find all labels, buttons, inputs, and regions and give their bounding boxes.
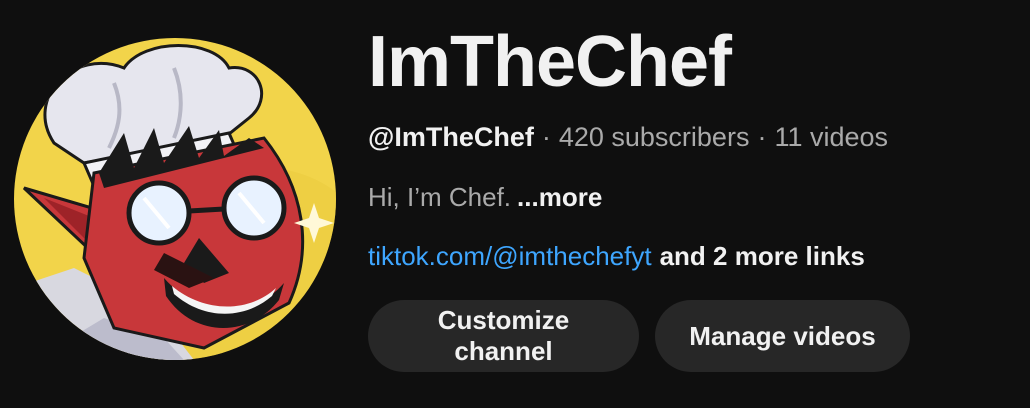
chef-avatar-icon <box>14 38 336 360</box>
channel-handle: @ImTheChef <box>368 122 534 152</box>
channel-name: ImTheChef <box>368 22 732 102</box>
channel-header: ImTheChef @ImTheChef · 420 subscribers · 11 … <box>0 0 1030 408</box>
more-links-button[interactable]: and 2 more links <box>660 241 865 271</box>
channel-description[interactable]: Hi, I’m Chef. ...more <box>368 180 602 214</box>
channel-meta: @ImTheChef · 420 subscribers · 11 videos <box>368 120 888 154</box>
customize-channel-button[interactable]: Customize channel <box>368 300 639 372</box>
description-text: Hi, I’m Chef. <box>368 182 512 212</box>
meta-separator: · <box>541 122 551 152</box>
video-count: 11 videos <box>774 122 889 152</box>
manage-videos-button[interactable]: Manage videos <box>655 300 910 372</box>
subscriber-count: 420 subscribers <box>558 122 750 152</box>
more-description-button[interactable]: ...more <box>517 182 602 212</box>
meta-separator: · <box>757 122 767 152</box>
channel-link[interactable]: tiktok.com/@imthechefyt <box>368 241 652 271</box>
channel-links: tiktok.com/@imthechefyt and 2 more links <box>368 239 865 273</box>
channel-actions: Customize channel Manage videos <box>368 300 910 372</box>
channel-avatar[interactable] <box>14 38 336 360</box>
